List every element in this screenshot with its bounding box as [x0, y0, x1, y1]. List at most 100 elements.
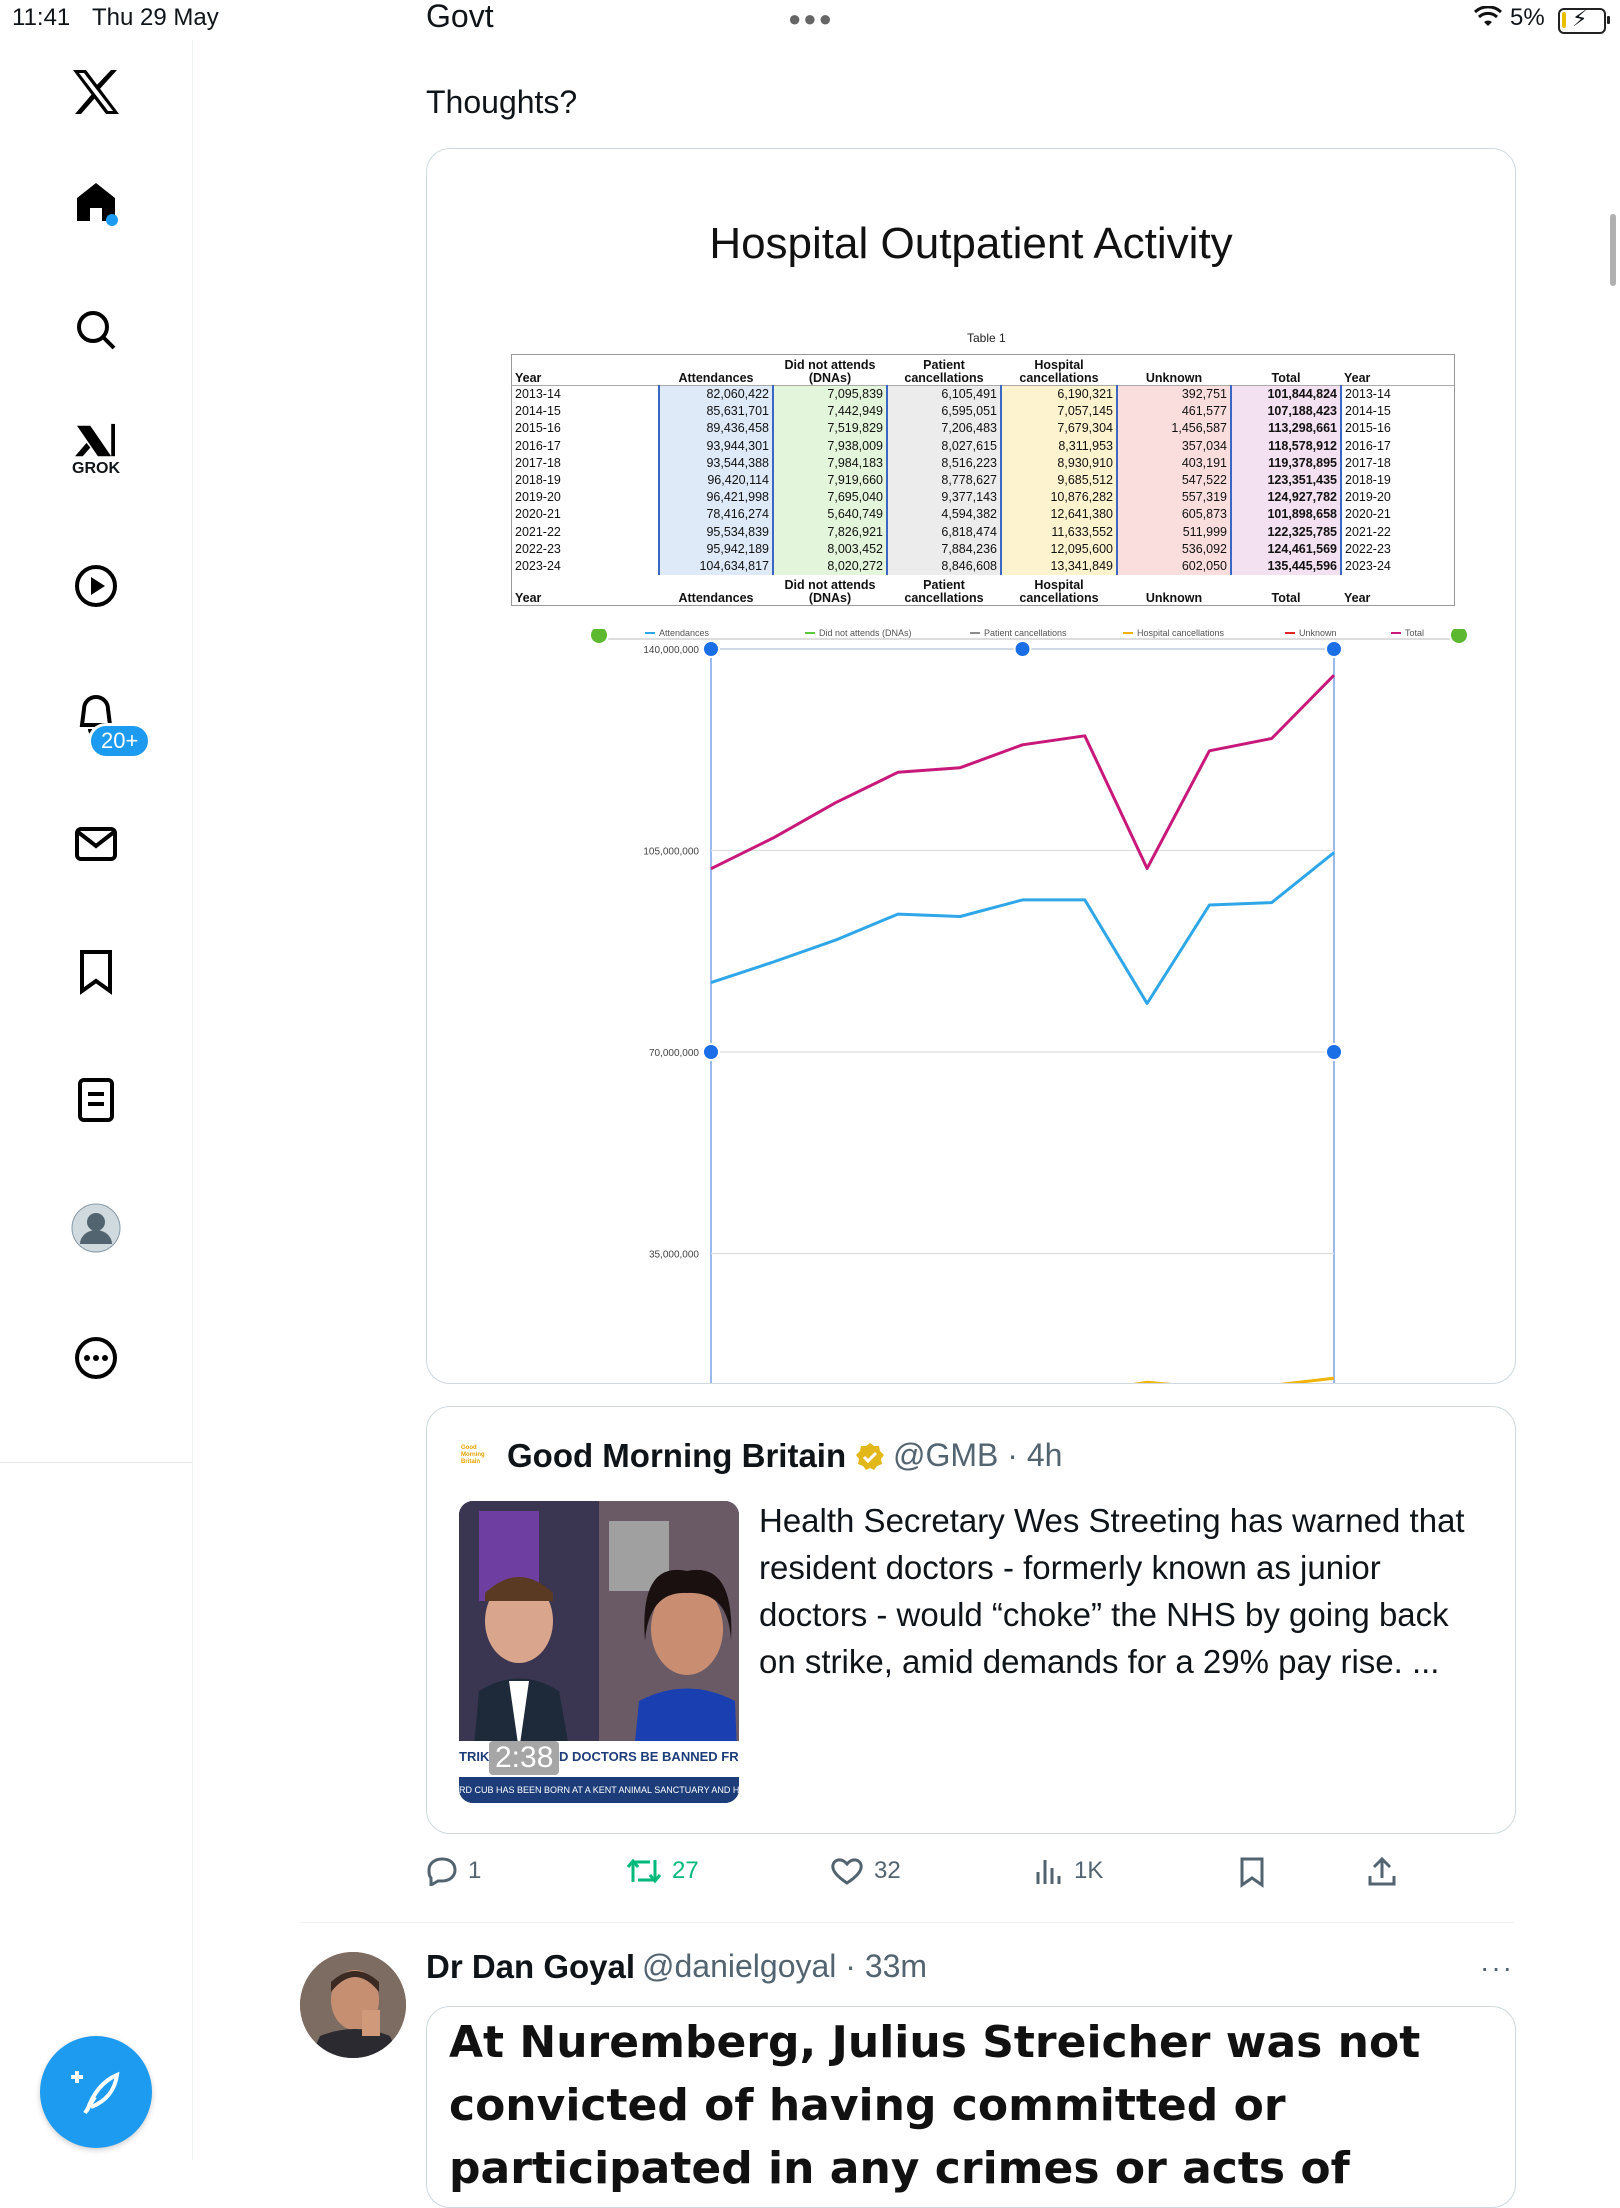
profile-avatar[interactable]	[68, 1200, 124, 1256]
x-logo-icon[interactable]	[68, 64, 124, 120]
table-header-cell: Unknown	[1117, 575, 1231, 606]
table-cell: 2021-22	[1345, 524, 1391, 539]
table-cell: 135,445,596	[1230, 557, 1342, 576]
legend-label: Did not attends (DNAs)	[819, 629, 912, 638]
table-cell: 113,298,661	[1230, 420, 1342, 438]
selection-handle[interactable]	[1325, 1043, 1343, 1061]
bookmarks-icon[interactable]	[68, 944, 124, 1000]
selection-handle[interactable]	[702, 1043, 720, 1061]
legend-label: Patient cancellations	[984, 629, 1067, 638]
views-chart-icon	[1036, 1860, 1061, 1884]
gmb-logo: Good Morning Britain	[461, 1445, 485, 1465]
compose-post-button[interactable]	[40, 2036, 152, 2148]
selection-handle[interactable]	[1325, 640, 1343, 658]
sidebar: GROK 20+	[0, 40, 193, 2160]
table-cell: 2018-19	[1345, 473, 1391, 488]
scrollbar[interactable]	[1610, 214, 1616, 286]
lists-icon[interactable]	[68, 1072, 124, 1128]
more-options-icon[interactable]	[68, 1330, 124, 1386]
messages-envelope-icon[interactable]	[68, 816, 124, 872]
table-cell: 536,092	[1116, 540, 1232, 558]
table-cell: 2015-16	[515, 421, 561, 436]
home-unread-dot	[106, 214, 118, 226]
author-avatar[interactable]	[300, 1952, 406, 2058]
table-cell: 6,818,474	[886, 523, 1002, 541]
table-header-cell: Year	[511, 575, 659, 606]
quote-video-thumbnail[interactable]: D DOCTORS BE BANNED FROM STR TRIK 2:38 R…	[459, 1501, 739, 1803]
like-button[interactable]: 32	[830, 1856, 901, 1886]
table-cell: 2021-22	[515, 524, 561, 539]
legend-handle[interactable]	[589, 629, 609, 645]
table-cell: 8,003,452	[772, 540, 888, 558]
table-row: 2015-16 89,436,458 7,519,829 7,206,483 7,679…	[512, 420, 1455, 438]
repost-button[interactable]: 27	[626, 1856, 699, 1886]
table-header-cell: Patient cancellations	[887, 354, 1001, 386]
table-header-cell: Attendances	[659, 575, 773, 606]
table-cell: 605,873	[1116, 506, 1232, 524]
selection-handle[interactable]	[1013, 640, 1032, 658]
table-cell: 2020-21	[515, 507, 561, 522]
tweet-media-image[interactable]: At Nuremberg, Julius Streicher was not c…	[426, 2006, 1516, 2208]
more-options-icon[interactable]: ···	[1480, 1952, 1514, 1984]
multitask-dots-icon[interactable]: ●●●	[788, 6, 834, 32]
table-header-cell: Year	[511, 354, 659, 386]
table-header-cell: Year	[1341, 575, 1455, 606]
media-title: Hospital Outpatient Activity	[709, 219, 1233, 268]
table-cell: 7,206,483	[886, 420, 1002, 438]
table-cell: 104,634,817	[658, 557, 774, 576]
table-header-cell: Total	[1231, 354, 1341, 386]
quote-author-name[interactable]: Good Morning Britain	[507, 1437, 846, 1475]
table-row: 2021-22 95,534,839 7,826,921 6,818,474 11,63…	[512, 523, 1455, 541]
reply-button[interactable]: 1	[426, 1856, 481, 1886]
table-cell: 7,826,921	[772, 523, 888, 541]
table-cell: 1,456,587	[1116, 420, 1232, 438]
table-cell: 119,378,895	[1230, 454, 1342, 472]
selection-handle[interactable]	[702, 640, 720, 658]
table-cell: 2017-18	[1345, 455, 1391, 470]
table-row: 2014-15 85,631,701 7,442,949 6,595,051 7,057…	[512, 403, 1455, 421]
tweet-divider	[300, 1922, 1514, 1923]
table-row: 2016-17 93,944,301 7,938,009 8,027,615 8,311…	[512, 437, 1455, 455]
table-cell: 8,311,953	[1000, 437, 1118, 455]
table-cell: 2020-21	[1345, 507, 1391, 522]
table-cell: 7,442,949	[772, 403, 888, 421]
post-media-image[interactable]: Hospital Outpatient Activity Table 1 Yea…	[426, 148, 1516, 1384]
table-cell: 2022-23	[515, 541, 561, 556]
status-time: 11:41	[12, 4, 71, 31]
table-row: 2017-18 93,544,388 7,984,183 8,516,223 8,930…	[512, 454, 1455, 472]
views-button[interactable]: 1K	[1034, 1856, 1103, 1886]
legend-label: Unknown	[1299, 629, 1337, 638]
ticker-text: D DOCTORS BE BANNED FROM STR	[559, 1749, 739, 1764]
table-cell: 2023-24	[515, 558, 561, 573]
share-button[interactable]	[1366, 1856, 1398, 1888]
table-cell: 9,685,512	[1000, 471, 1118, 490]
table-header-cell: Did not attends (DNAs)	[773, 354, 887, 386]
bookmark-button[interactable]	[1238, 1856, 1266, 1888]
table-cell: 2014-15	[515, 404, 561, 419]
grok-icon[interactable]: GROK	[68, 422, 124, 478]
table-cell: 392,751	[1116, 385, 1232, 404]
table-header-cell: Patient cancellations	[887, 575, 1001, 606]
legend-handle[interactable]	[1449, 629, 1469, 645]
y-tick-label: 70,000,000	[649, 1048, 699, 1059]
table-cell: 2019-20	[515, 490, 561, 505]
table-cell: 7,095,839	[772, 385, 888, 404]
heart-icon	[831, 1858, 863, 1885]
author-name[interactable]: Dr Dan Goyal	[426, 1948, 635, 1986]
wifi-icon	[1473, 5, 1503, 35]
search-icon[interactable]	[68, 302, 124, 358]
video-play-icon[interactable]	[68, 558, 124, 614]
battery-percent: 5%	[1510, 4, 1545, 31]
table-header-cell: Hospital cancellations	[1001, 354, 1117, 386]
table-cell: 9,377,143	[886, 489, 1002, 507]
table-header-cell: Did not attends (DNAs)	[773, 575, 887, 606]
status-date: Thu 29 May	[92, 4, 219, 31]
table-cell: 2016-17	[1345, 438, 1391, 453]
quoted-tweet[interactable]: Good Morning Britain Good Morning Britai…	[426, 1406, 1516, 1834]
post-top-label: Govt	[426, 0, 494, 34]
table-header-cell: Year	[1341, 354, 1455, 386]
table-cell: 124,927,782	[1230, 489, 1342, 507]
table-row: 2020-21 78,416,274 5,640,749 4,594,382 12,64…	[512, 506, 1455, 524]
table-cell: 8,027,615	[886, 437, 1002, 455]
table-cell: 96,420,114	[658, 471, 774, 490]
